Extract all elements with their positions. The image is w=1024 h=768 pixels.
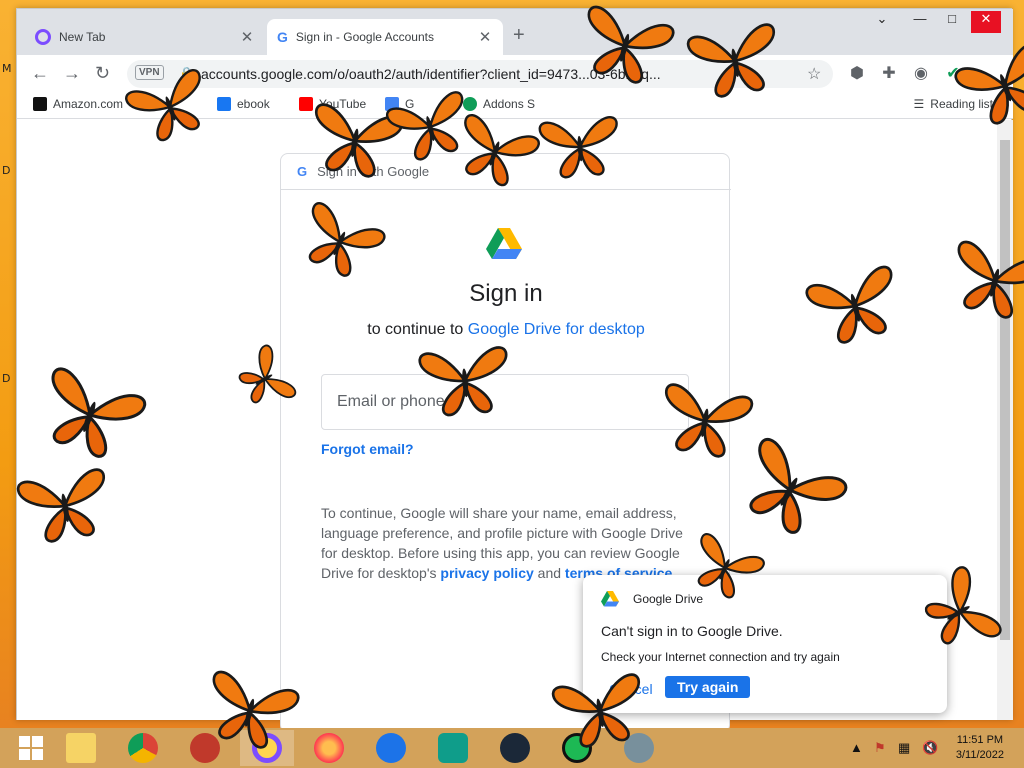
puzzle-icon[interactable]: ✚ <box>879 63 899 83</box>
butterfly-decoration <box>538 116 618 179</box>
clock-time: 11:51 PM <box>956 734 1004 746</box>
back-button[interactable]: ← <box>31 63 49 84</box>
minimize-button[interactable]: — <box>905 11 935 33</box>
star-icon[interactable]: ☆ <box>807 64 821 84</box>
system-clock[interactable]: 11:51 PM 3/11/2022 <box>956 733 1004 763</box>
amazon-icon <box>33 97 47 111</box>
desktop-label[interactable]: D <box>2 164 10 177</box>
facebook-icon <box>217 97 231 111</box>
butterfly-decoration <box>686 23 776 98</box>
butterfly-decoration <box>16 468 106 543</box>
scrollbar-thumb[interactable] <box>1000 140 1010 640</box>
desktop-label[interactable]: M <box>2 62 12 75</box>
tab-new-tab[interactable]: New Tab ✕ <box>25 19 265 55</box>
reload-button[interactable]: ↻ <box>95 63 110 84</box>
privacy-policy-link[interactable]: privacy policy <box>440 565 533 581</box>
clock-date: 3/11/2022 <box>955 749 1004 761</box>
google-icon: G <box>277 29 288 45</box>
close-icon[interactable]: ✕ <box>477 28 493 46</box>
window-close-button[interactable]: ✕ <box>971 11 1001 33</box>
network-icon[interactable]: ▦ <box>898 740 910 756</box>
taskbar: ▲ ⚑ ▦ 🔇 11:51 PM 3/11/2022 <box>0 728 1024 768</box>
tab-label: New Tab <box>59 30 106 44</box>
tab-strip: New Tab ✕ G Sign in - Google Accounts ✕ … <box>17 9 1013 55</box>
page-title: Sign in <box>469 280 543 307</box>
taskbar-chrome[interactable] <box>116 730 170 766</box>
browser-logo-icon <box>35 29 51 45</box>
taskbar-firefox[interactable] <box>302 730 356 766</box>
windows-icon <box>19 736 43 760</box>
signin-subtitle: to continue to Google Drive for desktop <box>367 321 645 338</box>
close-icon[interactable]: ✕ <box>239 28 255 46</box>
forward-button[interactable]: → <box>63 63 81 84</box>
google-drive-icon <box>601 591 619 607</box>
butterfly-decoration <box>664 383 754 458</box>
start-button[interactable] <box>4 730 58 766</box>
notification-app-name: Google Drive <box>633 592 704 606</box>
vpn-app-icon <box>438 733 468 763</box>
bookmark-facebook[interactable]: ebook <box>217 97 270 111</box>
desktop-label[interactable]: D <box>2 372 10 385</box>
google-drive-icon <box>486 228 522 259</box>
tab-sign-in[interactable]: G Sign in - Google Accounts ✕ <box>267 19 503 55</box>
butterfly-decoration <box>418 346 508 417</box>
notification-headline: Can't sign in to Google Drive. <box>601 623 783 639</box>
thunderbird-icon <box>376 733 406 763</box>
chevron-up-icon[interactable]: ▲ <box>850 740 863 755</box>
app-link[interactable]: Google Drive for desktop <box>468 321 645 338</box>
firefox-icon <box>314 733 344 763</box>
bookmark-addons[interactable]: Addons S <box>463 97 535 111</box>
new-tab-button[interactable]: + <box>513 24 525 47</box>
reading-list-icon: ☰ <box>913 97 925 111</box>
chrome-icon <box>128 733 158 763</box>
maximize-button[interactable]: □ <box>937 11 967 33</box>
bookmark-amazon[interactable]: Amazon.com <box>33 97 123 111</box>
flag-icon[interactable]: ⚑ <box>874 740 886 756</box>
butterfly-decoration <box>551 673 641 748</box>
taskbar-vpn-app[interactable] <box>426 730 480 766</box>
consent-text: To continue, Google will share your name… <box>321 505 683 581</box>
chevron-down-icon[interactable]: ⌄ <box>867 11 897 33</box>
steam-icon <box>500 733 530 763</box>
volume-icon[interactable]: 🔇 <box>922 740 938 756</box>
folder-icon <box>66 733 96 763</box>
taskbar-thunderbird[interactable] <box>364 730 418 766</box>
tab-label: Sign in - Google Accounts <box>295 30 434 44</box>
forgot-email-link[interactable]: Forgot email? <box>321 441 414 457</box>
extension-icon[interactable]: ⬢ <box>847 63 867 83</box>
taskbar-file-explorer[interactable] <box>54 730 108 766</box>
try-again-button[interactable]: Try again <box>665 676 751 698</box>
profile-icon[interactable]: ◉ <box>911 63 931 83</box>
youtube-icon <box>299 97 313 111</box>
taskbar-steam[interactable] <box>488 730 542 766</box>
notification-body: Check your Internet connection and try a… <box>601 650 840 664</box>
